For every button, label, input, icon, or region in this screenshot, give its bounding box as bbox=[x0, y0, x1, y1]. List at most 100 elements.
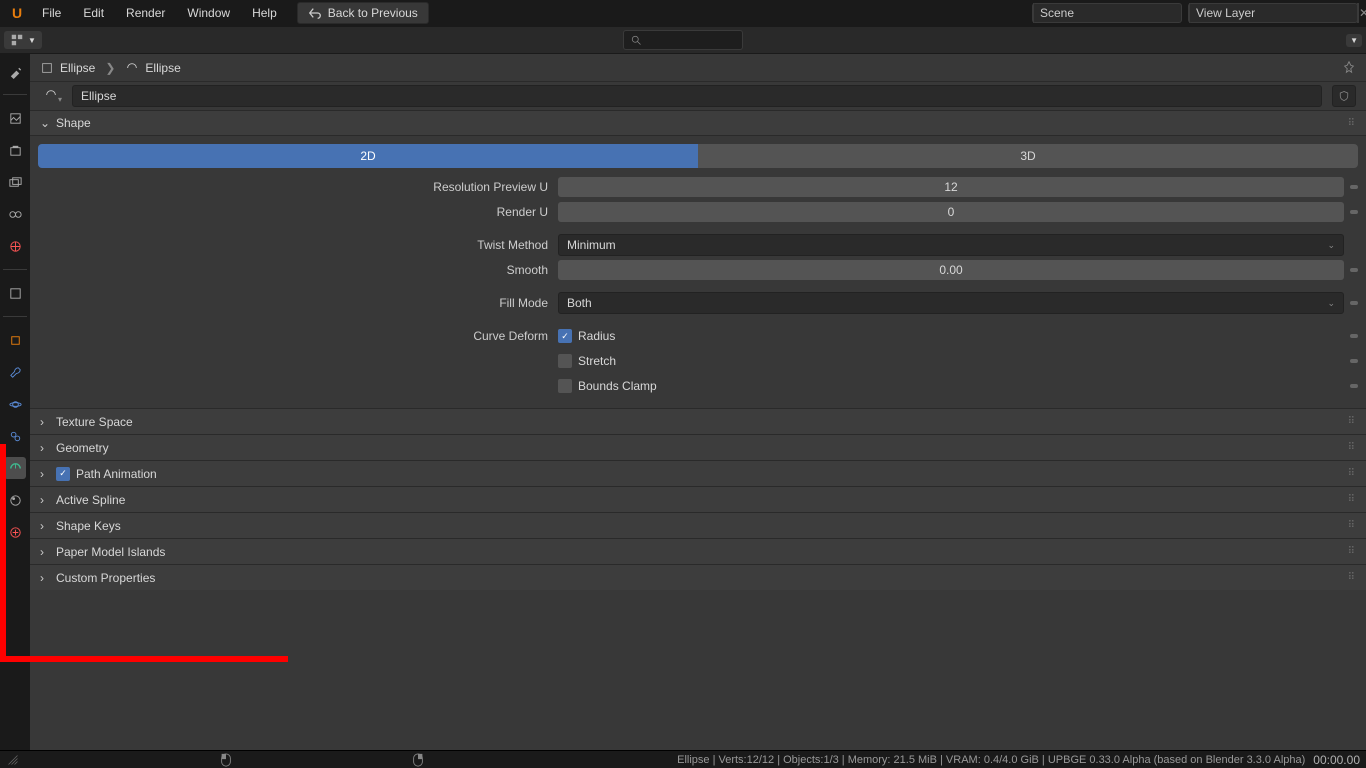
data-name-input[interactable]: Ellipse bbox=[72, 85, 1322, 107]
drag-handle-icon[interactable]: ⠿ bbox=[1348, 520, 1356, 531]
label-stretch: Stretch bbox=[578, 354, 616, 368]
mouse-hints bbox=[220, 753, 424, 767]
toggle-3d[interactable]: 3D bbox=[698, 144, 1358, 168]
chevron-right-icon: › bbox=[40, 467, 50, 481]
label-curve-deform: Curve Deform bbox=[38, 329, 558, 343]
animate-dot-icon[interactable] bbox=[1350, 301, 1358, 305]
breadcrumb: Ellipse ❯ Ellipse bbox=[30, 54, 1366, 82]
panel-title: Active Spline bbox=[56, 493, 125, 507]
top-menu-bar: U File Edit Render Window Help Back to P… bbox=[0, 0, 1366, 26]
search-icon bbox=[630, 34, 642, 46]
editor-type-icon bbox=[10, 33, 24, 47]
panel-title: Geometry bbox=[56, 441, 109, 455]
chevron-down-icon: ▼ bbox=[1350, 36, 1358, 45]
panel-paper-model[interactable]: ›Paper Model Islands⠿ bbox=[30, 538, 1366, 564]
panel-path-animation[interactable]: ›✓Path Animation⠿ bbox=[30, 460, 1366, 486]
world-tab-icon[interactable] bbox=[4, 235, 26, 257]
drag-handle-icon[interactable]: ⠿ bbox=[1348, 468, 1356, 479]
output-tab-icon[interactable] bbox=[4, 139, 26, 161]
checkbox-path-animation[interactable]: ✓ bbox=[56, 467, 70, 481]
panel-title: Texture Space bbox=[56, 415, 133, 429]
label-bounds-clamp: Bounds Clamp bbox=[578, 379, 657, 393]
menu-render[interactable]: Render bbox=[116, 2, 175, 24]
label-resolution-preview: Resolution Preview U bbox=[38, 180, 558, 194]
panel-geometry[interactable]: ›Geometry⠿ bbox=[30, 434, 1366, 460]
modifier-tab-icon[interactable] bbox=[4, 361, 26, 383]
collection-tab-icon[interactable] bbox=[4, 282, 26, 304]
panel-shape-keys[interactable]: ›Shape Keys⠿ bbox=[30, 512, 1366, 538]
back-label: Back to Previous bbox=[328, 6, 418, 20]
panel-title: Paper Model Islands bbox=[56, 545, 165, 559]
chevron-down-icon: ⌄ bbox=[40, 116, 50, 130]
panel-custom-properties[interactable]: ›Custom Properties⠿ bbox=[30, 564, 1366, 590]
breadcrumb-label: Ellipse bbox=[60, 61, 95, 75]
menu-file[interactable]: File bbox=[32, 2, 71, 24]
drag-handle-icon[interactable]: ⠿ bbox=[1348, 442, 1356, 453]
chevron-down-icon: ⌄ bbox=[1327, 235, 1335, 255]
checkbox-bounds-clamp[interactable] bbox=[558, 379, 572, 393]
chevron-down-icon: ▼ bbox=[28, 36, 36, 45]
panel-shape-header[interactable]: ⌄ Shape ⠿ bbox=[30, 110, 1366, 136]
panel-texture-space[interactable]: ›Texture Space⠿ bbox=[30, 408, 1366, 434]
field-render-u[interactable]: 0 bbox=[558, 202, 1344, 222]
panel-active-spline[interactable]: › Active Spline ⠿ bbox=[30, 486, 1366, 512]
animate-dot-icon[interactable] bbox=[1350, 268, 1358, 272]
mouse-left-icon bbox=[220, 753, 232, 767]
fake-user-icon[interactable] bbox=[1332, 85, 1356, 107]
drag-handle-icon[interactable]: ⠿ bbox=[1348, 118, 1356, 129]
pin-icon[interactable] bbox=[1342, 60, 1356, 77]
corner-drag-icon[interactable] bbox=[6, 754, 20, 766]
tool-tab-icon[interactable] bbox=[4, 60, 26, 82]
menu-help[interactable]: Help bbox=[242, 2, 287, 24]
dropdown-fill-mode[interactable]: Both⌄ bbox=[558, 292, 1344, 314]
options-dropdown[interactable]: ▼ bbox=[1346, 34, 1362, 47]
checkbox-stretch[interactable] bbox=[558, 354, 572, 368]
chevron-right-icon: › bbox=[40, 493, 50, 507]
animate-dot-icon[interactable] bbox=[1350, 185, 1358, 189]
secondary-bar: ▼ ▼ bbox=[0, 26, 1366, 54]
object-tab-icon[interactable] bbox=[4, 329, 26, 351]
search-box[interactable] bbox=[623, 30, 743, 50]
viewlayer-delete-icon[interactable]: ✕ bbox=[1358, 3, 1366, 23]
menu-window[interactable]: Window bbox=[177, 2, 240, 24]
back-button[interactable]: Back to Previous bbox=[297, 2, 429, 24]
label-radius: Radius bbox=[578, 329, 615, 343]
chevron-right-icon: › bbox=[40, 571, 50, 585]
breadcrumb-leaf[interactable]: Ellipse bbox=[125, 61, 180, 75]
dimension-toggle: 2D 3D bbox=[38, 144, 1358, 168]
editor-type-dropdown[interactable]: ▼ bbox=[4, 31, 42, 49]
back-icon bbox=[308, 6, 322, 20]
label-fill-mode: Fill Mode bbox=[38, 296, 558, 310]
object-icon bbox=[40, 61, 54, 75]
dropdown-twist-method[interactable]: Minimum⌄ bbox=[558, 234, 1344, 256]
animate-dot-icon[interactable] bbox=[1350, 384, 1358, 388]
physics-tab-icon[interactable] bbox=[4, 393, 26, 415]
scene-selector[interactable]: ✕ bbox=[1032, 3, 1182, 23]
scene-tab-icon[interactable] bbox=[4, 203, 26, 225]
field-resolution-preview[interactable]: 12 bbox=[558, 177, 1344, 197]
viewlayer-selector[interactable]: ✕ bbox=[1188, 3, 1358, 23]
drag-handle-icon[interactable]: ⠿ bbox=[1348, 416, 1356, 427]
animate-dot-icon[interactable] bbox=[1350, 359, 1358, 363]
scene-name-input[interactable] bbox=[1034, 6, 1201, 20]
toggle-2d[interactable]: 2D bbox=[38, 144, 698, 168]
chevron-right-icon: ❯ bbox=[105, 61, 115, 75]
viewlayer-name-input[interactable] bbox=[1190, 6, 1357, 20]
drag-handle-icon[interactable]: ⠿ bbox=[1348, 572, 1356, 583]
panel-title: Shape bbox=[56, 116, 91, 130]
viewlayer-tab-icon[interactable] bbox=[4, 171, 26, 193]
curve-icon[interactable]: ▾ bbox=[40, 88, 66, 105]
field-smooth[interactable]: 0.00 bbox=[558, 260, 1344, 280]
animate-dot-icon[interactable] bbox=[1350, 334, 1358, 338]
mouse-right-icon bbox=[412, 753, 424, 767]
breadcrumb-root[interactable]: Ellipse bbox=[40, 61, 95, 75]
checkbox-radius[interactable]: ✓ bbox=[558, 329, 572, 343]
label-render-u: Render U bbox=[38, 205, 558, 219]
data-name-row: ▾ Ellipse bbox=[30, 82, 1366, 110]
status-bar: Ellipse | Verts:12/12 | Objects:1/3 | Me… bbox=[0, 750, 1366, 768]
drag-handle-icon[interactable]: ⠿ bbox=[1348, 546, 1356, 557]
animate-dot-icon[interactable] bbox=[1350, 210, 1358, 214]
drag-handle-icon[interactable]: ⠿ bbox=[1348, 494, 1356, 505]
menu-edit[interactable]: Edit bbox=[73, 2, 114, 24]
render-tab-icon[interactable] bbox=[4, 107, 26, 129]
